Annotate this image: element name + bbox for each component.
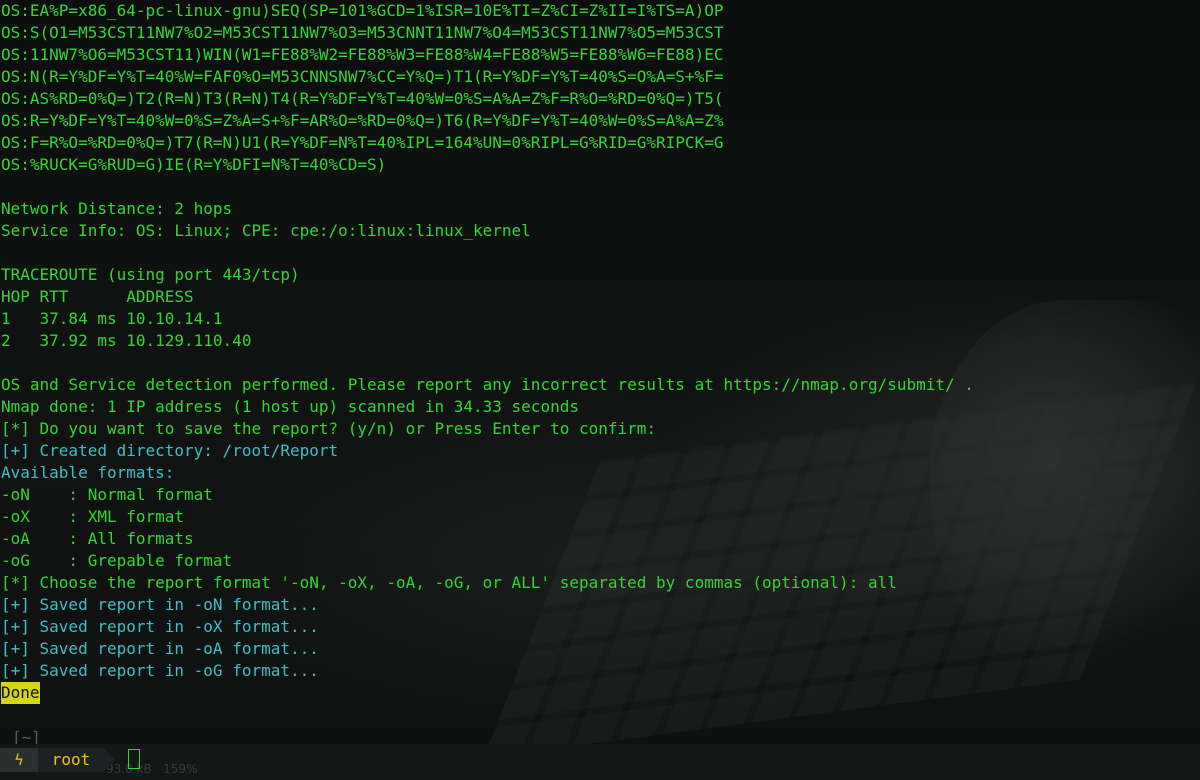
shell-prompt-bar: 93.0 kB 159% ϟ root <box>0 744 1200 780</box>
terminal-line: HOP RTT ADDRESS <box>1 287 194 306</box>
terminal-line: Available formats: <box>1 463 175 482</box>
terminal-line: [+] Saved report in -oA format... <box>1 639 319 658</box>
prompt-arrow <box>104 748 115 772</box>
lightning-bolt-icon: ϟ <box>0 748 38 772</box>
terminal-line: OS and Service detection performed. Plea… <box>1 375 974 394</box>
terminal-line: OS:R=Y%DF=Y%T=40%W=0%S=Z%A=S+%F=AR%O=%RD… <box>1 111 724 130</box>
terminal-line: [+] Created directory: /root/Report <box>1 441 339 460</box>
terminal-line: OS:F=R%O=%RD=0%Q=)T7(R=N)U1(R=Y%DF=N%T=4… <box>1 133 724 152</box>
terminal-line: Service Info: OS: Linux; CPE: cpe:/o:lin… <box>1 221 531 240</box>
terminal-line: OS:11NW7%O6=M53CST11)WIN(W1=FE88%W2=FE88… <box>1 45 724 64</box>
terminal-line: OS:AS%RD=0%Q=)T2(R=N)T3(R=N)T4(R=Y%DF=Y%… <box>1 89 724 108</box>
terminal-lines: OS:EA%P=x86_64-pc-linux-gnu)SEQ(SP=101%G… <box>1 0 1199 682</box>
terminal-cursor[interactable] <box>128 749 140 769</box>
background-ghost-text: 93.0 kB 159% <box>106 762 198 776</box>
done-highlight: Done <box>1 682 40 704</box>
terminal-line: -oX : XML format <box>1 507 185 526</box>
terminal-line: [*] Choose the report format '-oN, -oX, … <box>1 573 897 592</box>
terminal-line: OS:S(O1=M53CST11NW7%O2=M53CST11NW7%O3=M5… <box>1 23 724 42</box>
terminal-line: [*] Do you want to save the report? (y/n… <box>1 419 657 438</box>
terminal-line: TRACEROUTE (using port 443/tcp) <box>1 265 300 284</box>
terminal-line: OS:N(R=Y%DF=Y%T=40%W=FAF0%O=M53CNNSNW7%C… <box>1 67 724 86</box>
terminal-line: [+] Saved report in -oG format... <box>1 661 319 680</box>
terminal-line: [+] Saved report in -oN format... <box>1 595 319 614</box>
terminal-line: Nmap done: 1 IP address (1 host up) scan… <box>1 397 579 416</box>
terminal-line: Network Distance: 2 hops <box>1 199 233 218</box>
terminal-line: OS:EA%P=x86_64-pc-linux-gnu)SEQ(SP=101%G… <box>1 1 724 20</box>
terminal-line: 2 37.92 ms 10.129.110.40 <box>1 331 252 350</box>
terminal-line: -oN : Normal format <box>1 485 213 504</box>
terminal-line: -oG : Grepable format <box>1 551 233 570</box>
terminal-line: OS:%RUCK=G%RUD=G)IE(R=Y%DFI=N%T=40%CD=S) <box>1 155 387 174</box>
done-line: Done <box>1 682 1199 704</box>
terminal-line: -oA : All formats <box>1 529 194 548</box>
prompt-user: root <box>38 748 104 772</box>
terminal-line: 1 37.84 ms 10.10.14.1 <box>1 309 223 328</box>
terminal-output: OS:EA%P=x86_64-pc-linux-gnu)SEQ(SP=101%G… <box>1 0 1199 704</box>
terminal-line: [+] Saved report in -oX format... <box>1 617 319 636</box>
